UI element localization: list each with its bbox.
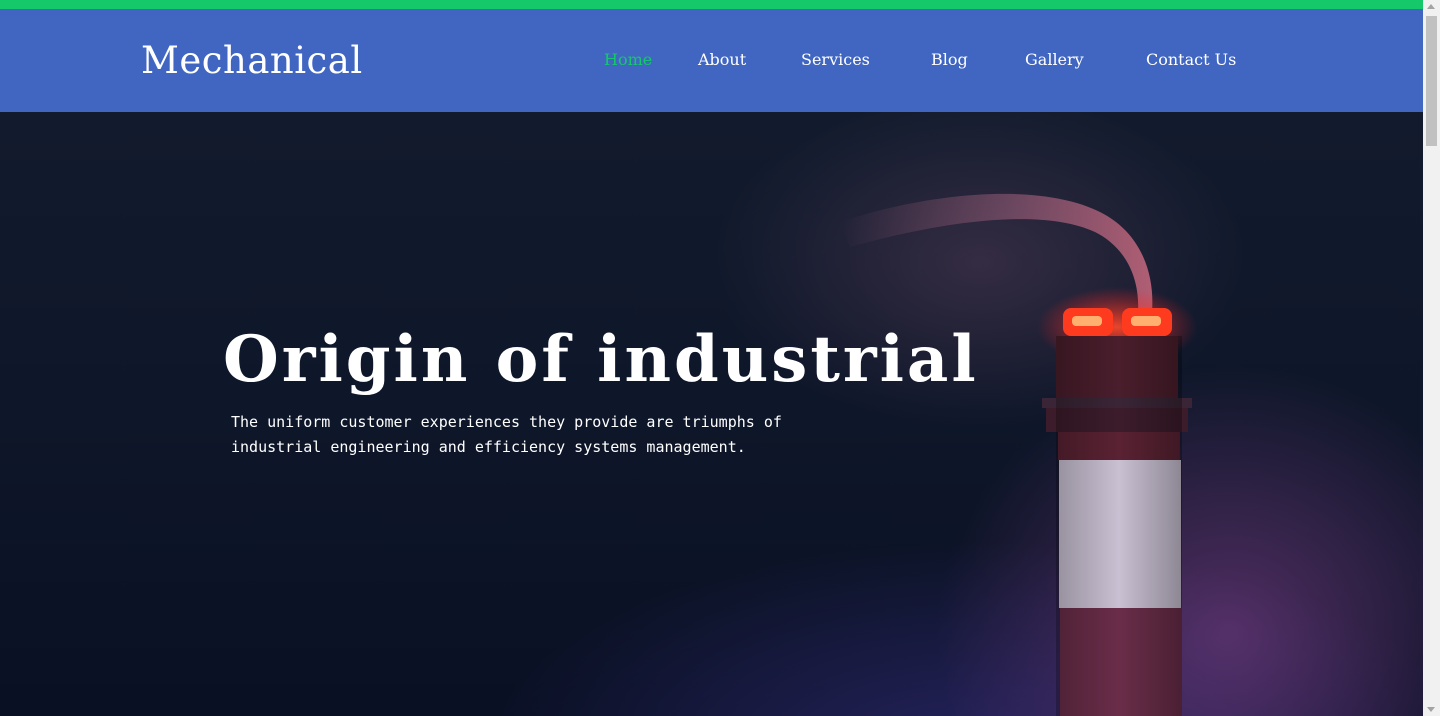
site-header: Mechanical Home About Services Blog Gall… xyxy=(0,9,1423,112)
scroll-up-icon[interactable] xyxy=(1427,4,1435,9)
top-accent-strip xyxy=(0,0,1423,9)
page-scrollbar[interactable] xyxy=(1423,0,1440,716)
nav-item-services[interactable]: Services xyxy=(801,50,870,69)
hero-section: Origin of industrial The uniform custome… xyxy=(0,112,1423,716)
main-nav: Home About Services Blog Gallery Contact… xyxy=(0,50,1423,74)
nav-item-home[interactable]: Home xyxy=(604,50,652,69)
nav-item-about[interactable]: About xyxy=(698,50,746,69)
nav-item-gallery[interactable]: Gallery xyxy=(1025,50,1084,69)
nav-item-contact-us[interactable]: Contact Us xyxy=(1146,50,1236,69)
hero-description: The uniform customer experiences they pr… xyxy=(231,413,782,456)
scroll-down-icon[interactable] xyxy=(1427,707,1435,712)
nav-item-blog[interactable]: Blog xyxy=(931,50,968,69)
scrollbar-thumb[interactable] xyxy=(1426,16,1437,146)
hero-title: Origin of industrial xyxy=(223,322,979,397)
